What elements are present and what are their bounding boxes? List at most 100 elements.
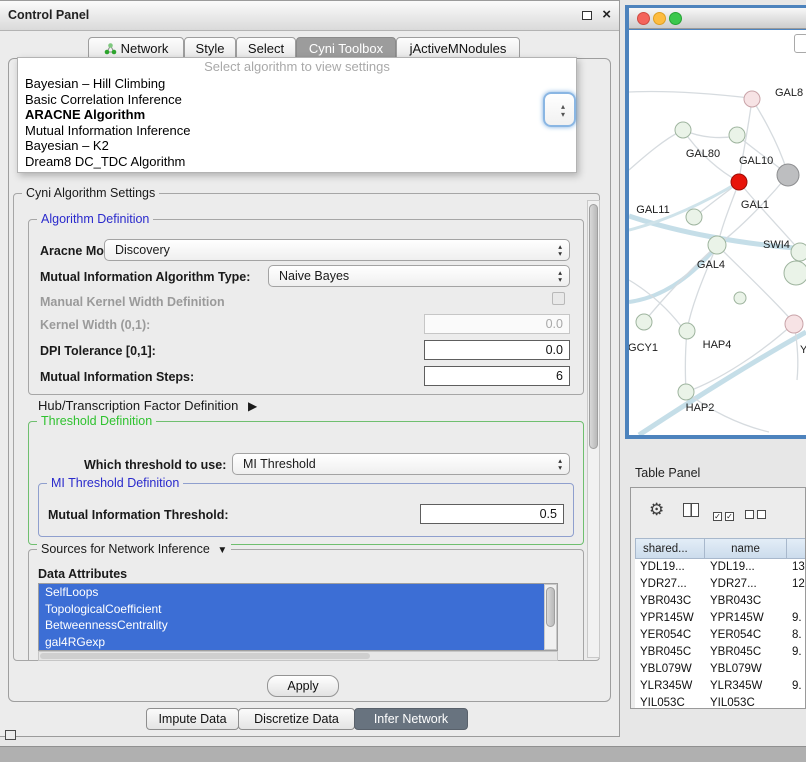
column-header-cut[interactable]: [787, 538, 806, 559]
close-traffic-button[interactable]: [637, 12, 650, 25]
network-edge[interactable]: [717, 245, 793, 322]
table-row[interactable]: YDR27... YDR27... 12: [635, 576, 806, 593]
sources-group-title[interactable]: Sources for Network Inference ▼: [37, 542, 231, 556]
tab-impute-data[interactable]: Impute Data: [146, 708, 239, 730]
network-node[interactable]: [679, 323, 695, 339]
network-edge[interactable]: [629, 131, 681, 170]
list-scrollbar[interactable]: [544, 584, 557, 650]
dropdown-item[interactable]: Basic Correlation Inference: [18, 92, 576, 108]
aracne-mode-combo[interactable]: Discovery ▴▾: [104, 239, 570, 261]
network-node[interactable]: [675, 122, 691, 138]
deselect-all-icon[interactable]: [745, 506, 769, 524]
table-row[interactable]: YBL079W YBL079W: [635, 661, 806, 678]
dropdown-item-selected[interactable]: ARACNE Algorithm: [18, 107, 576, 123]
network-node[interactable]: [734, 292, 746, 304]
table-body: YDL19... YDL19... 13 YDR27... YDR27... 1…: [635, 559, 806, 709]
network-node[interactable]: [678, 384, 694, 400]
mi-algorithm-type-combo[interactable]: Naive Bayes ▴▾: [268, 265, 570, 287]
network-edge[interactable]: [685, 331, 687, 391]
tab-network[interactable]: Network: [88, 37, 184, 59]
table-header: shared... name: [635, 538, 806, 559]
dropdown-item[interactable]: Dream8 DC_TDC Algorithm: [18, 154, 576, 170]
kernel-width-field[interactable]: [424, 314, 570, 334]
network-edge[interactable]: [689, 324, 793, 391]
dropdown-item[interactable]: Bayesian – K2: [18, 138, 576, 154]
mi-steps-field[interactable]: [424, 366, 570, 386]
network-node-label: Y: [800, 344, 806, 356]
column-header-name[interactable]: name: [705, 538, 787, 559]
network-node[interactable]: [686, 209, 702, 225]
network-node-hub[interactable]: [777, 164, 799, 186]
which-threshold-combo[interactable]: MI Threshold ▴▾: [232, 453, 570, 475]
combo-arrows-icon: ▴▾: [561, 103, 565, 118]
list-item[interactable]: SelfLoops: [39, 584, 544, 601]
data-attributes-label: Data Attributes: [38, 567, 127, 581]
dropdown-item[interactable]: Bayesian – Hill Climbing: [18, 76, 576, 92]
network-node[interactable]: [729, 127, 745, 143]
table-row[interactable]: YBR043C YBR043C: [635, 593, 806, 610]
table-row[interactable]: YPR145W YPR145W 9.: [635, 610, 806, 627]
algorithm-dropdown-popup: Select algorithm to view settings Bayesi…: [17, 57, 577, 173]
table-row[interactable]: YER054C YER054C 8.: [635, 627, 806, 644]
dpi-tolerance-field[interactable]: [424, 340, 570, 360]
group-title: Algorithm Definition: [37, 212, 153, 226]
table-panel-toolbar: ⚙ ✓✓: [631, 488, 805, 538]
network-edge[interactable]: [629, 91, 750, 98]
table-row[interactable]: YIL053C YIL053C: [635, 695, 806, 709]
table-cell: 8.: [787, 627, 806, 644]
tab-select[interactable]: Select: [236, 37, 296, 59]
columns-icon[interactable]: [683, 503, 699, 517]
settings-scrollbar[interactable]: [587, 200, 600, 658]
network-node-label: GAL11: [636, 204, 669, 216]
tab-style[interactable]: Style: [184, 37, 236, 59]
hub-section-toggle[interactable]: Hub/Transcription Factor Definition ▶: [38, 398, 257, 413]
list-item[interactable]: BetweennessCentrality: [39, 617, 544, 634]
network-node[interactable]: [784, 261, 806, 285]
list-hscrollbar-thumb[interactable]: [40, 653, 370, 659]
network-edge[interactable]: [687, 245, 717, 330]
network-overview-toggle[interactable]: [794, 34, 806, 53]
column-header-shared-name[interactable]: shared...: [635, 538, 705, 559]
mi-threshold-field[interactable]: [420, 504, 564, 524]
manual-kernel-width-checkbox[interactable]: [552, 292, 565, 305]
list-scrollbar-thumb[interactable]: [546, 587, 555, 627]
manual-kernel-width-label: Manual Kernel Width Definition: [40, 295, 225, 309]
tab-cyni-toolbox[interactable]: Cyni Toolbox: [296, 37, 396, 59]
tab-discretize-data[interactable]: Discretize Data: [238, 708, 355, 730]
list-hscrollbar[interactable]: [38, 651, 558, 661]
dock-panel-icon[interactable]: [5, 730, 16, 740]
network-node[interactable]: [744, 91, 760, 107]
network-node-label: GAL10: [739, 155, 773, 167]
network-node[interactable]: [636, 314, 652, 330]
list-item[interactable]: TopologicalCoefficient: [39, 601, 544, 618]
combo-value: Naive Bayes: [279, 269, 349, 283]
close-icon[interactable]: ×: [602, 6, 611, 23]
tab-infer-network[interactable]: Infer Network: [354, 708, 468, 730]
network-node[interactable]: [708, 236, 726, 254]
gear-icon[interactable]: ⚙: [649, 500, 664, 520]
select-all-icon[interactable]: ✓✓: [713, 506, 737, 524]
table-row[interactable]: YBR045C YBR045C 9.: [635, 644, 806, 661]
list-item[interactable]: gal4RGexp: [39, 634, 544, 651]
dropdown-item[interactable]: Mutual Information Inference: [18, 123, 576, 139]
table-row[interactable]: YDL19... YDL19... 13: [635, 559, 806, 576]
network-node-label: HAP4: [703, 339, 732, 351]
network-node[interactable]: [791, 243, 806, 261]
float-window-icon[interactable]: [582, 11, 592, 20]
table-cell: 12: [787, 576, 806, 593]
network-node[interactable]: [785, 315, 803, 333]
settings-scrollbar-thumb[interactable]: [589, 204, 598, 449]
network-edge[interactable]: [629, 246, 717, 302]
minimize-traffic-button[interactable]: [653, 12, 666, 25]
table-cell: [787, 695, 806, 709]
network-canvas[interactable]: GAL80 GAL10 GAL11 GAL1 GAL4 SWI4 GCY1 HA…: [629, 30, 806, 435]
zoom-traffic-button[interactable]: [669, 12, 682, 25]
dropdown-placeholder: Select algorithm to view settings: [18, 58, 576, 76]
tab-jactivemnodules[interactable]: jActiveMNodules: [396, 37, 520, 59]
network-node-highlighted[interactable]: [731, 174, 747, 190]
tab-label: Cyni Toolbox: [309, 41, 383, 56]
apply-button[interactable]: Apply: [267, 675, 339, 697]
table-cell: YDL19...: [705, 559, 787, 576]
algorithm-combo-box[interactable]: ▴▾: [543, 92, 576, 127]
table-row[interactable]: YLR345W YLR345W 9.: [635, 678, 806, 695]
